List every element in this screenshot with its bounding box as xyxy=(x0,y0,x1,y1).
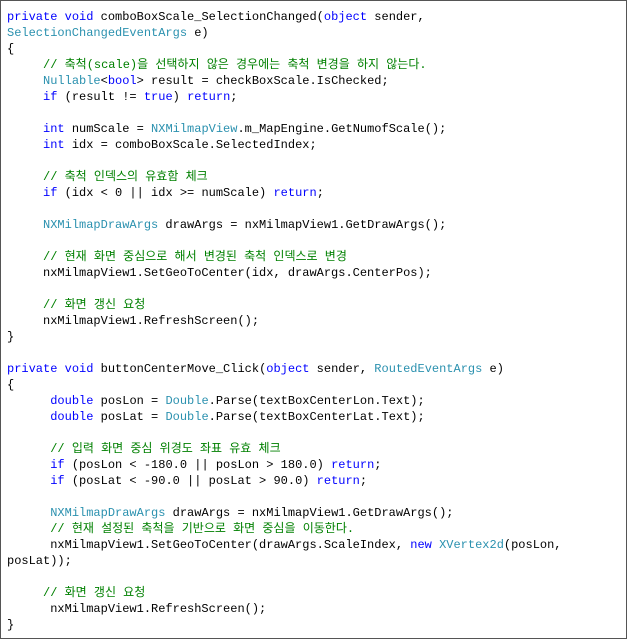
text: .m_MapEngine.GetNumofScale(); xyxy=(237,122,446,136)
text: (posLon, xyxy=(504,538,562,552)
indent xyxy=(7,394,50,408)
indent xyxy=(7,170,43,184)
text: posLat)); xyxy=(7,554,72,568)
indent xyxy=(7,522,50,536)
comment: // 화면 갱신 요청 xyxy=(43,298,145,312)
type: XVertex2d xyxy=(439,538,504,552)
text: idx = comboBoxScale.SelectedIndex; xyxy=(65,138,317,152)
comment: // 축척 인덱스의 유효함 체크 xyxy=(43,170,208,184)
text: drawArgs = nxMilmapView1.GetDrawArgs(); xyxy=(165,506,453,520)
indent xyxy=(7,218,43,232)
text: comboBoxScale_SelectionChanged( xyxy=(93,10,323,24)
text: nxMilmapView1.RefreshScreen(); xyxy=(7,314,259,328)
type: Double xyxy=(165,394,208,408)
type: NXMilmapDrawArgs xyxy=(43,218,158,232)
comment: // 화면 갱신 요청 xyxy=(43,586,145,600)
indent xyxy=(7,298,43,312)
type: SelectionChangedEventArgs xyxy=(7,26,187,40)
keyword: int xyxy=(43,138,65,152)
keyword: object xyxy=(324,10,367,24)
comment: // 현재 화면 중심으로 해서 변경된 축척 인덱스로 변경 xyxy=(43,250,347,264)
type: Nullable xyxy=(43,74,101,88)
text: < xyxy=(101,74,108,88)
text: numScale = xyxy=(65,122,151,136)
keyword: if xyxy=(43,90,57,104)
comment: // 현재 설정된 축척을 기반으로 화면 중심을 이동한다. xyxy=(50,522,354,536)
keyword: return xyxy=(187,90,230,104)
text: ; xyxy=(360,474,367,488)
text: nxMilmapView1.SetGeoToCenter(idx, drawAr… xyxy=(7,266,432,280)
keyword: int xyxy=(43,122,65,136)
text: (posLon < -180.0 || posLon > 180.0) xyxy=(65,458,331,472)
indent xyxy=(7,186,43,200)
indent xyxy=(7,250,43,264)
text xyxy=(432,538,439,552)
brace: { xyxy=(7,42,14,56)
type: NXMilmapView xyxy=(151,122,237,136)
keyword: void xyxy=(65,10,94,24)
keyword: bool xyxy=(108,74,137,88)
text: (posLat < -90.0 || posLat > 90.0) xyxy=(65,474,317,488)
text: ; xyxy=(230,90,237,104)
indent xyxy=(7,74,43,88)
keyword: double xyxy=(50,410,93,424)
brace: } xyxy=(7,330,14,344)
text: (result != xyxy=(57,90,143,104)
text: posLat = xyxy=(93,410,165,424)
text: ; xyxy=(374,458,381,472)
keyword: if xyxy=(50,474,64,488)
keyword: return xyxy=(317,474,360,488)
indent xyxy=(7,138,43,152)
indent xyxy=(7,410,50,424)
brace: { xyxy=(7,378,14,392)
keyword: new xyxy=(410,538,432,552)
text: nxMilmapView1.RefreshScreen(); xyxy=(7,602,266,616)
text: nxMilmapView1.SetGeoToCenter(drawArgs.Sc… xyxy=(7,538,410,552)
type: RoutedEventArgs xyxy=(374,362,482,376)
text: .Parse(textBoxCenterLon.Text); xyxy=(209,394,425,408)
text: (idx < 0 || idx >= numScale) xyxy=(57,186,273,200)
keyword: object xyxy=(266,362,309,376)
text: sender, xyxy=(309,362,374,376)
text: e) xyxy=(482,362,504,376)
brace: } xyxy=(7,618,14,632)
type: Double xyxy=(165,410,208,424)
text: buttonCenterMove_Click( xyxy=(93,362,266,376)
text: posLon = xyxy=(93,394,165,408)
type: NXMilmapDrawArgs xyxy=(50,506,165,520)
text: sender, xyxy=(367,10,425,24)
indent xyxy=(7,90,43,104)
text: ; xyxy=(317,186,324,200)
keyword: private xyxy=(7,10,57,24)
indent xyxy=(7,58,43,72)
keyword: true xyxy=(144,90,173,104)
keyword: return xyxy=(273,186,316,200)
keyword: private xyxy=(7,362,57,376)
keyword: double xyxy=(50,394,93,408)
comment: // 입력 화면 중심 위경도 좌표 유효 체크 xyxy=(50,442,280,456)
text: ) xyxy=(173,90,187,104)
comment: // 축척(scale)을 선택하지 않은 경우에는 축척 변경을 하지 않는다… xyxy=(43,58,427,72)
keyword: if xyxy=(43,186,57,200)
keyword: void xyxy=(65,362,94,376)
text: > result = checkBoxScale.IsChecked; xyxy=(137,74,389,88)
indent xyxy=(7,458,50,472)
indent xyxy=(7,474,50,488)
indent xyxy=(7,586,43,600)
keyword: if xyxy=(50,458,64,472)
text: drawArgs = nxMilmapView1.GetDrawArgs(); xyxy=(158,218,446,232)
keyword: return xyxy=(331,458,374,472)
text: .Parse(textBoxCenterLat.Text); xyxy=(209,410,425,424)
indent xyxy=(7,122,43,136)
text: e) xyxy=(187,26,209,40)
code-block: private void comboBoxScale_SelectionChan… xyxy=(7,10,562,632)
code-snippet-frame: private void comboBoxScale_SelectionChan… xyxy=(0,0,627,639)
indent xyxy=(7,506,50,520)
indent xyxy=(7,442,50,456)
